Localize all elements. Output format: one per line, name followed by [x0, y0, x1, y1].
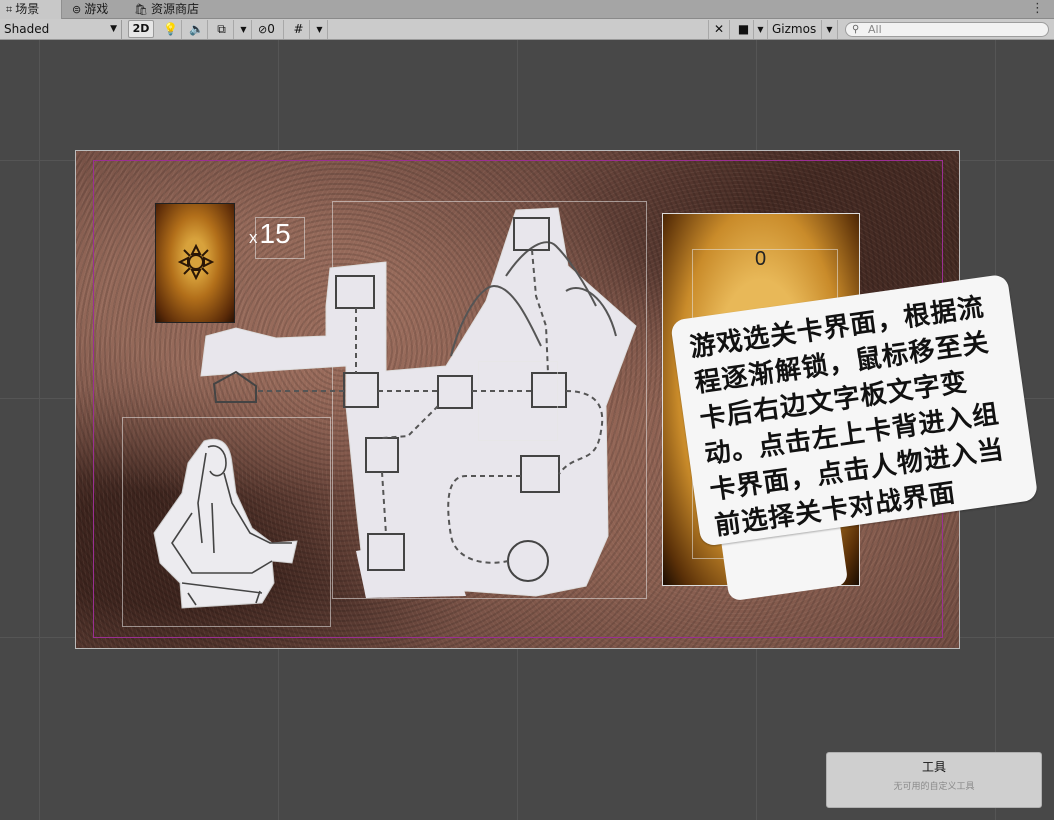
scene-visibility-toggle[interactable]: ⊘0	[258, 20, 284, 39]
tab-asset-store[interactable]: 🛍 资源商店	[128, 0, 220, 19]
search-icon: ⚲	[852, 24, 860, 35]
shading-mode-label: Shaded	[4, 22, 50, 36]
grid-dropdown-icon[interactable]: ▼	[312, 20, 328, 39]
search-placeholder: All	[868, 23, 882, 36]
lighting-toggle-icon[interactable]: 💡	[160, 20, 182, 39]
camera-icon[interactable]: ■	[734, 20, 754, 39]
tab-scene[interactable]: ⌗ 场景	[0, 0, 62, 19]
selection-rect	[478, 361, 558, 441]
grid-line	[39, 40, 40, 820]
camera-dropdown-icon[interactable]: ▼	[754, 20, 768, 39]
tools-overlay: 工具 无可用的自定义工具	[826, 752, 1042, 808]
grid-icon: ⌗	[6, 3, 13, 16]
editor-tab-bar: ⌗ 场景 ⊜ 游戏 🛍 资源商店 ⋮	[0, 0, 1054, 19]
tab-scene-label: 场景	[15, 2, 40, 16]
tab-game[interactable]: ⊜ 游戏	[66, 0, 126, 19]
audio-toggle-icon[interactable]: 🔈	[186, 20, 208, 39]
hidden-count: 0	[267, 22, 275, 36]
grid-toggle-icon[interactable]: #	[288, 20, 310, 39]
tab-asset-store-label: 资源商店	[150, 2, 199, 16]
tools-icon[interactable]: ✕	[708, 20, 730, 39]
panel-value: 0	[755, 248, 767, 270]
eye-slash-icon: ⊘	[258, 23, 268, 36]
toggle-2d-button[interactable]: 2D	[128, 20, 154, 38]
gizmos-button[interactable]: Gizmos	[770, 20, 822, 39]
effects-toggle-icon[interactable]: ⧉	[210, 20, 234, 39]
gamepad-icon: ⊜	[72, 3, 82, 16]
annotation-note: 游戏选关卡界面，根据流程逐渐解锁，鼠标移至关卡后右边文字板文字变动。点击左上卡背…	[670, 273, 1054, 619]
gizmos-dropdown-icon[interactable]: ▼	[822, 20, 838, 39]
character-figure[interactable]	[152, 433, 302, 611]
effects-dropdown-icon[interactable]: ▼	[236, 20, 252, 39]
more-options-icon[interactable]: ⋮	[1031, 1, 1044, 16]
scene-search-input[interactable]: ⚲ All	[845, 22, 1049, 37]
scene-toolbar: Shaded ▼ 2D 💡 🔈 ⧉ ▼ ⊘0 # ▼ ✕ ■ ▼ Gizmos …	[0, 19, 1054, 40]
scene-view[interactable]: x15 0 游戏选关卡界面，根据流程逐渐解锁，鼠标移至关卡后右边文字板文字变动。…	[0, 40, 1054, 820]
shopping-bag-icon: 🛍	[134, 3, 148, 16]
note-text: 游戏选关卡界面，根据流程逐渐解锁，鼠标移至关卡后右边文字板文字变动。点击左上卡背…	[687, 292, 1007, 542]
tools-subtitle: 无可用的自定义工具	[893, 782, 975, 792]
tools-title: 工具	[921, 760, 946, 774]
chevron-down-icon: ▼	[110, 24, 117, 34]
shading-mode-dropdown[interactable]: Shaded ▼	[0, 20, 122, 39]
tab-game-label: 游戏	[84, 2, 109, 16]
